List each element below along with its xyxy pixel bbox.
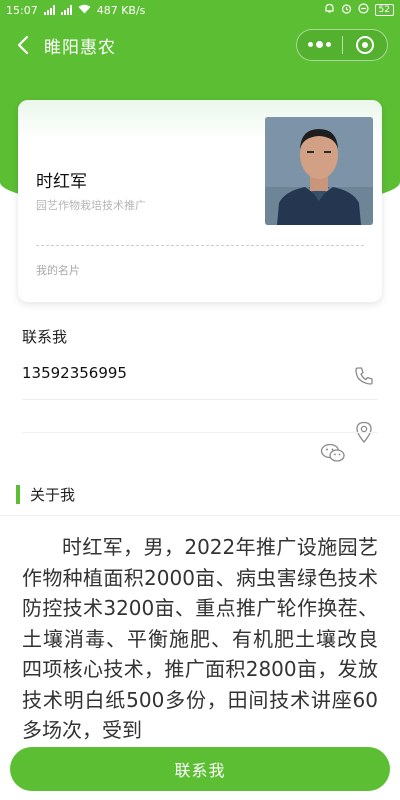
address-separator: [22, 432, 378, 433]
phone-number[interactable]: 13592356995: [22, 364, 127, 382]
status-time: 15:07: [6, 3, 38, 17]
dnd-icon: [357, 3, 369, 17]
status-right: 52: [324, 3, 394, 17]
miniprogram-capsule: [296, 29, 388, 61]
about-header: 关于我: [16, 484, 75, 505]
profile-job-title: 园艺作物栽培技术推广: [36, 199, 146, 212]
about-section-title: 关于我: [30, 486, 76, 504]
phone-icon[interactable]: [353, 365, 375, 387]
about-separator: [0, 515, 400, 516]
signal-icon-2: [60, 5, 72, 15]
more-dots-icon[interactable]: [297, 41, 342, 48]
profile-name: 时红军: [36, 172, 87, 192]
battery-indicator: 52: [374, 4, 394, 16]
contact-separator: [22, 399, 378, 400]
bell-icon: [324, 3, 335, 17]
wechat-icon[interactable]: [320, 443, 346, 463]
profile-card: 时红军 园艺作物栽培技术推广 我的名片: [18, 100, 382, 302]
contact-section-title: 联系我: [22, 328, 68, 346]
nav-header: 睢阳惠农: [0, 20, 400, 70]
wifi-icon: [78, 4, 91, 17]
status-bar: 15:07 487 KB/s 52: [0, 0, 400, 20]
alarm-icon: [341, 3, 352, 17]
back-arrow-icon[interactable]: [14, 34, 34, 56]
my-card-label: 我的名片: [36, 264, 80, 277]
status-left: 15:07 487 KB/s: [6, 4, 145, 17]
signal-icon: [43, 5, 55, 15]
profile-photo[interactable]: [265, 117, 373, 225]
capsule-close-icon[interactable]: [342, 36, 387, 54]
card-divider: [36, 245, 364, 246]
contact-me-button[interactable]: 联系我: [10, 747, 390, 791]
network-speed: 487 KB/s: [96, 3, 146, 17]
page-title: 睢阳惠农: [44, 38, 116, 58]
about-body-text: 时红军，男，2022年推广设施园艺作物种植面积2000亩、病虫害绿色技术防控技术…: [22, 535, 378, 742]
section-accent-bar: [16, 485, 20, 504]
